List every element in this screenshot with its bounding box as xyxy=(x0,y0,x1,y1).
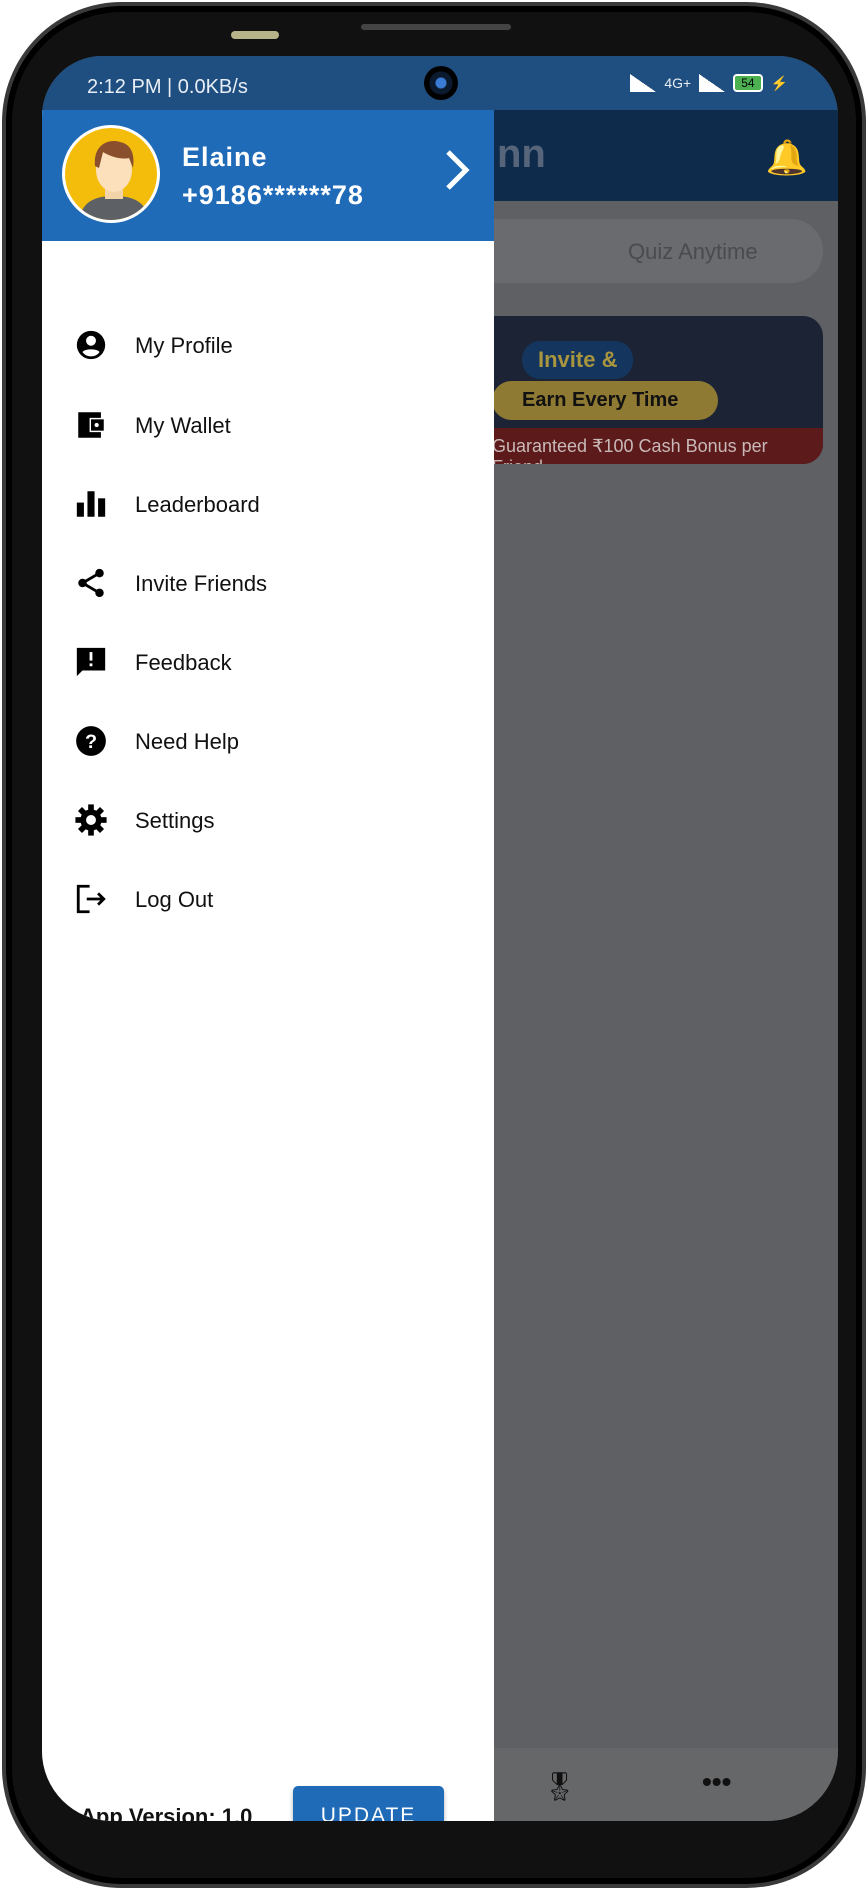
menu-item-my-wallet[interactable]: My Wallet xyxy=(42,394,494,454)
award-icon[interactable]: 🎖 xyxy=(542,1770,578,1803)
gear-icon xyxy=(75,804,107,836)
banner-line1: Invite & xyxy=(522,341,634,379)
signal-icon xyxy=(630,74,657,92)
svg-text:?: ? xyxy=(85,731,97,753)
menu-label: Log Out xyxy=(135,887,214,912)
avatar xyxy=(62,125,160,223)
battery-icon: 54 xyxy=(733,74,763,92)
menu-label: Need Help xyxy=(135,729,239,754)
logout-icon xyxy=(76,884,106,914)
account-circle-icon xyxy=(76,330,106,360)
signal-icon xyxy=(699,74,726,92)
user-phone: +9186******78 xyxy=(182,180,364,210)
menu-item-settings[interactable]: Settings xyxy=(42,789,494,849)
user-name: Elaine xyxy=(182,142,268,172)
status-bar: 2:12 PM | 0.0KB/s 4G+ 54 ⚡ xyxy=(42,56,838,110)
banner-line2: Earn Every Time xyxy=(492,381,719,420)
help-icon: ? xyxy=(76,726,106,756)
app-version: App Version: 1.0 xyxy=(80,1804,253,1821)
charging-icon: ⚡ xyxy=(770,74,788,91)
navigation-drawer: Elaine +9186******78 My Profile My Walle… xyxy=(42,110,494,1821)
speaker-grill xyxy=(361,24,511,30)
drawer-header[interactable]: Elaine +9186******78 xyxy=(42,110,494,241)
menu-item-my-profile[interactable]: My Profile xyxy=(42,314,494,374)
menu-label: Settings xyxy=(135,808,215,833)
status-time: 2:12 PM | 0.0KB/s xyxy=(87,76,248,98)
more-icon[interactable]: ••• xyxy=(702,1766,731,1798)
update-button[interactable]: UPDATE xyxy=(293,1786,444,1821)
wallet-icon xyxy=(78,412,104,438)
screen: 2:12 PM | 0.0KB/s 4G+ 54 ⚡ nn 🔔 Quiz Any… xyxy=(42,56,838,1821)
bar-chart-icon xyxy=(76,491,106,517)
front-camera xyxy=(424,66,458,100)
network-type: 4G+ xyxy=(664,75,692,91)
chevron-right-icon[interactable] xyxy=(438,140,478,200)
menu-label: Invite Friends xyxy=(135,571,268,596)
menu-item-feedback[interactable]: Feedback xyxy=(42,631,494,691)
menu-label: My Profile xyxy=(135,333,233,358)
bell-icon[interactable]: 🔔 xyxy=(766,138,808,178)
feedback-icon xyxy=(76,647,106,677)
share-icon xyxy=(78,568,104,598)
menu-label: My Wallet xyxy=(135,413,231,438)
sensor xyxy=(231,31,279,39)
menu-label: Feedback xyxy=(135,650,232,675)
menu-item-log-out[interactable]: Log Out xyxy=(42,868,494,928)
tab-label: Quiz Anytime xyxy=(628,239,758,264)
app-logo: nn xyxy=(497,132,546,176)
menu-item-need-help[interactable]: ? Need Help xyxy=(42,710,494,770)
menu-label: Leaderboard xyxy=(135,492,260,517)
phone-frame: 2:12 PM | 0.0KB/s 4G+ 54 ⚡ nn 🔔 Quiz Any… xyxy=(2,2,866,1888)
menu-item-invite-friends[interactable]: Invite Friends xyxy=(42,552,494,612)
menu-item-leaderboard[interactable]: Leaderboard xyxy=(42,473,494,533)
status-icons: 4G+ 54 ⚡ xyxy=(630,74,788,92)
